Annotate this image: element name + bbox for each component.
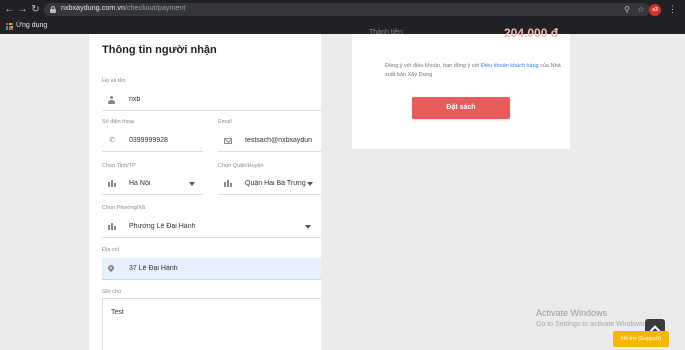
forward-icon[interactable]: → <box>17 4 28 15</box>
lock-icon <box>50 6 56 13</box>
email-field[interactable]: testsach@nxbxaydun <box>218 130 321 152</box>
reload-icon[interactable]: ↻ <box>30 4 41 15</box>
total-value: 204.000 đ <box>504 26 559 40</box>
apps-bookmark[interactable]: Ứng dụng <box>16 22 47 29</box>
browser-chrome: ← → ↻ nxbxaydung.com.vn/checkout/payment… <box>0 0 685 34</box>
phone-field[interactable]: ✆ 0399999928 <box>102 130 203 152</box>
total-label: Thành tiền: <box>369 29 405 36</box>
name-field[interactable]: nxb <box>102 89 321 111</box>
phone-icon: ✆ <box>109 137 115 144</box>
terms-text: Đồng ý với điều khoản, bạn đồng ý với Đi… <box>385 63 561 78</box>
url-text: nxbxaydung.com.vn/checkout/payment <box>61 5 186 12</box>
province-label: Chọn Tỉnh/TP <box>102 163 136 169</box>
back-icon[interactable]: ← <box>4 4 15 15</box>
activate-windows-subtitle: Go to Settings to activate Windows. <box>536 321 647 328</box>
address-label: Địa chỉ <box>102 247 119 253</box>
address-field[interactable]: 37 Lê Đại Hành <box>102 258 321 280</box>
district-label: Chọn Quận/Huyện <box>218 163 264 169</box>
mail-icon <box>224 138 232 146</box>
page-content: Thông tin người nhận Họ và tên nxb Số đi… <box>0 26 685 350</box>
activate-windows-title: Activate Windows <box>536 308 608 318</box>
chevron-down-icon <box>305 225 311 229</box>
search-icon[interactable]: ⚲ <box>622 5 632 15</box>
bookmarks-bar: Ứng dụng <box>0 19 685 34</box>
name-label: Họ và tên <box>102 78 126 84</box>
recipient-form: Thông tin người nhận Họ và tên nxb Số đi… <box>89 34 321 350</box>
city-icon <box>108 223 116 231</box>
district-select[interactable]: Quận Hai Bà Trưng <box>218 173 321 195</box>
menu-icon[interactable]: ⋮ <box>668 3 677 16</box>
ward-label: Chọn Phường/Xã <box>102 205 146 211</box>
note-textarea[interactable]: Test <box>102 298 321 350</box>
person-icon <box>108 96 116 104</box>
profile-avatar[interactable]: s3 <box>649 4 661 16</box>
terms-link[interactable]: Điều khoản khách hàng <box>481 63 539 69</box>
email-label: Email <box>218 119 232 125</box>
chevron-down-icon <box>189 182 195 186</box>
apps-icon[interactable] <box>6 23 13 30</box>
ward-select[interactable]: Phường Lê Đại Hành <box>102 216 321 238</box>
chevron-down-icon <box>307 182 313 186</box>
support-button[interactable]: Hỗ trợ (Support) <box>613 331 669 347</box>
phone-label: Số điện thoại <box>102 119 135 125</box>
city-icon <box>224 180 232 188</box>
city-icon <box>108 180 116 188</box>
map-pin-icon <box>106 263 116 273</box>
place-order-button[interactable]: Đặt sách <box>412 97 510 119</box>
address-row: ← → ↻ nxbxaydung.com.vn/checkout/payment… <box>0 0 685 19</box>
star-icon[interactable]: ☆ <box>636 5 646 15</box>
order-summary: Thành tiền: 204.000 đ Đồng ý với điều kh… <box>352 26 570 149</box>
note-label: Ghi chú <box>102 289 121 295</box>
form-title: Thông tin người nhận <box>102 44 217 56</box>
address-bar[interactable]: nxbxaydung.com.vn/checkout/payment ⚲ ☆ <box>44 3 650 16</box>
province-select[interactable]: Hà Nội <box>102 173 203 195</box>
